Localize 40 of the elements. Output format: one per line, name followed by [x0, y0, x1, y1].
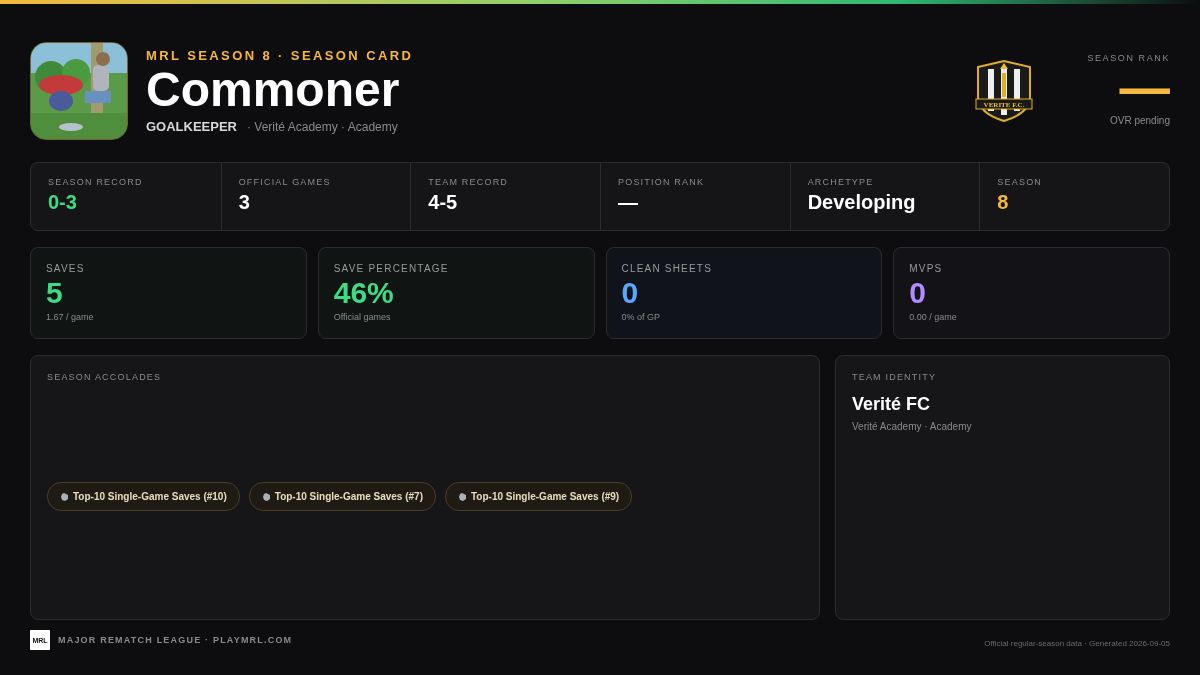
record-label: SEASON: [997, 177, 1044, 187]
record-label: TEAM RECORD: [428, 177, 510, 187]
record-value: Developing: [807, 191, 917, 214]
accolade-label: Top-10 Single-Game Saves (#7): [274, 491, 423, 502]
record-value: —: [618, 191, 639, 214]
stat-note: 1.67 / game: [46, 312, 95, 322]
stat-label: CLEAN SHEETS: [621, 263, 714, 274]
record-label: SEASON RECORD: [48, 177, 144, 187]
accolade-label: Top-10 Single-Game Saves (#10): [73, 491, 227, 502]
stat-note: 0% of GP: [621, 312, 662, 322]
record-value: 3: [238, 191, 251, 214]
record-value: 8: [997, 191, 1010, 214]
stat-note: 0.00 / game: [909, 312, 958, 322]
panel-title: SEASON ACCOLADES: [47, 372, 163, 382]
league-name: MAJOR REMATCH LEAGUE · PLAYMRL.COM: [58, 635, 294, 645]
record-label: OFFICIAL GAMES: [238, 177, 332, 187]
stat-label: SAVES: [46, 263, 86, 274]
stat-note: Official games: [333, 312, 392, 322]
stat-value: 5: [46, 276, 64, 310]
team-name: Verité FC: [852, 394, 932, 415]
stat-value: 46%: [333, 276, 395, 310]
accolade-label: Top-10 Single-Game Saves (#9): [470, 491, 620, 502]
panel-title: TEAM IDENTITY: [852, 372, 938, 382]
data-note: Official regular-season data · Generated 2026-09-05: [984, 638, 1170, 648]
team-affiliation: Verité Academy · Academy: [852, 421, 973, 432]
rank-value: —: [1119, 69, 1170, 105]
player-position: GOALKEEPER: [146, 119, 237, 134]
record-value: 4-5: [428, 191, 459, 214]
stat-label: MVPS: [909, 263, 944, 274]
record-label: POSITION RANK: [618, 177, 706, 187]
player-affiliation: · Verité Academy · Academy: [247, 120, 398, 134]
rank-label: SEASON RANK: [1087, 53, 1170, 63]
stat-value: 0: [621, 276, 640, 310]
stat-value: 0: [909, 276, 927, 310]
stat-label: SAVE PERCENTAGE: [333, 263, 450, 274]
rank-note: OVR pending: [1109, 115, 1170, 126]
record-label: ARCHETYPE: [807, 177, 875, 187]
player-name: Commoner: [146, 63, 401, 117]
record-value: 0-3: [48, 191, 78, 214]
card-eyebrow: MRL SEASON 8 · SEASON CARD: [146, 48, 415, 63]
